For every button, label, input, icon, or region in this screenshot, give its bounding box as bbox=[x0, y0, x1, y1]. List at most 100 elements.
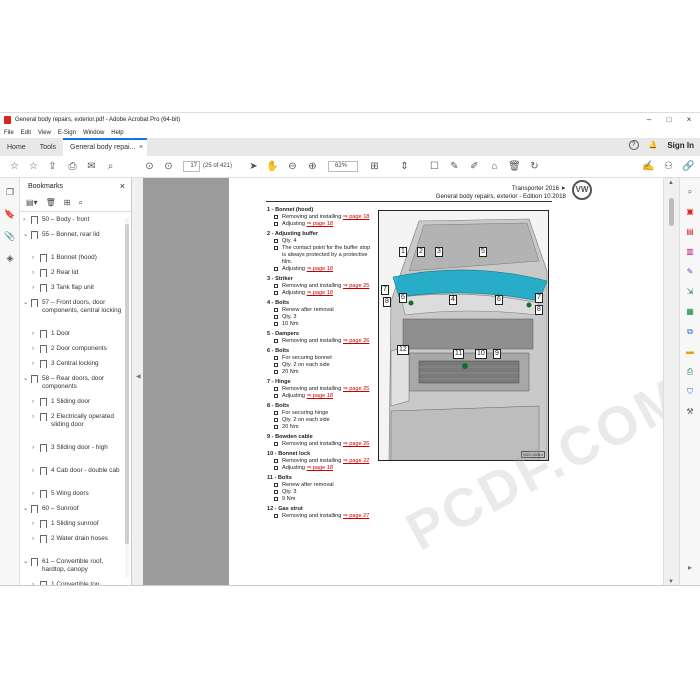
bookmark-item[interactable]: › 2 Rear lid bbox=[32, 269, 124, 277]
tab-tools[interactable]: Tools bbox=[33, 139, 63, 156]
attachments-icon[interactable]: 📎 bbox=[4, 230, 16, 242]
chevron-down-icon[interactable]: ⌄ bbox=[23, 505, 31, 513]
chevron-right-icon[interactable]: › bbox=[32, 490, 40, 498]
page-thumbnails-icon[interactable]: ❐ bbox=[4, 186, 16, 198]
scroll-thumb[interactable] bbox=[669, 198, 674, 226]
help-icon[interactable]: ? bbox=[628, 140, 639, 150]
page-reference-link[interactable]: ⇒ page 18 bbox=[307, 266, 333, 272]
bookmark-item[interactable]: › 2 Electrically operated sliding door bbox=[32, 413, 124, 429]
page-reference-link[interactable]: ⇒ page 18 bbox=[307, 221, 333, 227]
page-reference-link[interactable]: ⇒ page 25 bbox=[343, 386, 369, 392]
bookmark-item[interactable]: › 1 Convertible top bbox=[32, 581, 124, 585]
page-number-input[interactable]: 17 bbox=[183, 161, 200, 172]
bookmark-item[interactable]: › 5 Wing doors bbox=[32, 490, 124, 498]
chevron-right-icon[interactable]: › bbox=[32, 360, 40, 368]
fill-sign-icon[interactable]: ✍ bbox=[642, 160, 655, 173]
bookmark-item[interactable]: › 1 Door bbox=[32, 330, 124, 338]
chevron-down-icon[interactable]: ⌄ bbox=[23, 231, 31, 239]
chevron-right-icon[interactable]: › bbox=[32, 254, 40, 262]
share-link-icon[interactable]: 🔗 bbox=[682, 160, 695, 173]
previous-page-icon[interactable]: ⊙ bbox=[143, 160, 156, 173]
bookmark-item[interactable]: › 3 Central locking bbox=[32, 360, 124, 368]
print-icon[interactable]: ⎙ bbox=[66, 160, 79, 173]
bookmark-item[interactable]: ⌄ 60 – Sunroof bbox=[23, 505, 124, 513]
notifications-icon[interactable]: 🔔 bbox=[649, 141, 658, 149]
find-bookmark-icon[interactable]: ⌕ bbox=[78, 198, 82, 208]
chevron-right-icon[interactable]: › bbox=[23, 216, 31, 224]
export-pdf-icon[interactable]: ⇲ bbox=[684, 286, 696, 298]
chevron-right-icon[interactable]: › bbox=[32, 398, 40, 406]
scroll-mode-icon[interactable]: ⇕ bbox=[398, 160, 411, 173]
bookmark-item[interactable]: › 50 – Body - front bbox=[23, 216, 124, 224]
combine-files-icon[interactable]: ▤ bbox=[684, 226, 696, 238]
page-reference-link[interactable]: ⇒ page 26 bbox=[343, 338, 369, 344]
bookmark-item[interactable]: › 3 Tank flap unit bbox=[32, 284, 124, 292]
chevron-right-icon[interactable]: › bbox=[32, 581, 40, 585]
search-icon[interactable]: ⌕ bbox=[104, 160, 117, 173]
chevron-right-icon[interactable]: › bbox=[32, 520, 40, 528]
layers-icon[interactable]: ◈ bbox=[4, 252, 16, 264]
bookmark-item[interactable]: › 4 Cab door - double cab bbox=[32, 467, 124, 475]
chevron-right-icon[interactable]: › bbox=[32, 467, 40, 475]
page-reference-link[interactable]: ⇒ page 26 bbox=[343, 441, 369, 447]
draw-icon[interactable]: ✐ bbox=[468, 160, 481, 173]
more-tools-icon[interactable]: ⚒ bbox=[684, 406, 696, 418]
edit-pdf-icon[interactable]: ✎ bbox=[684, 266, 696, 278]
collapse-panel-icon[interactable]: ◀ bbox=[136, 373, 141, 380]
email-icon[interactable]: ✉ bbox=[85, 160, 98, 173]
page-reference-link[interactable]: ⇒ page 18 bbox=[307, 290, 333, 296]
zoom-out-icon[interactable]: ⊖ bbox=[286, 160, 299, 173]
rotate-icon[interactable]: ↻ bbox=[528, 160, 541, 173]
minimize-icon[interactable]: – bbox=[640, 113, 658, 127]
page-display-icon[interactable]: ⊞ bbox=[368, 160, 381, 173]
select-cursor-icon[interactable]: ➤ bbox=[247, 160, 260, 173]
bookmark-item[interactable]: › 1 Bonnet (hood) bbox=[32, 254, 124, 262]
chevron-right-icon[interactable]: › bbox=[32, 284, 40, 292]
scroll-down-icon[interactable]: ▼ bbox=[668, 579, 674, 585]
sign-in-button[interactable]: Sign In bbox=[667, 141, 694, 150]
share-icon[interactable]: ⚇ bbox=[662, 160, 675, 173]
menu-window[interactable]: Window bbox=[83, 130, 104, 136]
chevron-right-icon[interactable]: › bbox=[32, 413, 40, 429]
chevron-down-icon[interactable]: ⌄ bbox=[23, 375, 31, 391]
comment-tool-icon[interactable]: ▬ bbox=[684, 346, 696, 358]
page-reference-link[interactable]: ⇒ page 25 bbox=[343, 283, 369, 289]
chevron-right-icon[interactable]: › bbox=[32, 269, 40, 277]
chevron-down-icon[interactable]: ⌄ bbox=[23, 558, 31, 574]
comment-icon[interactable]: ☐ bbox=[428, 160, 441, 173]
protect-icon[interactable]: ⛉ bbox=[684, 386, 696, 398]
upload-icon[interactable]: ⇪ bbox=[46, 160, 59, 173]
chevron-right-icon[interactable]: › bbox=[32, 444, 40, 452]
next-page-icon[interactable]: ⊙ bbox=[162, 160, 175, 173]
close-panel-icon[interactable]: × bbox=[120, 181, 125, 191]
tab-document[interactable]: General body repai... × bbox=[63, 138, 148, 156]
new-bookmark-icon[interactable]: ⊞ bbox=[64, 198, 71, 207]
zoom-level-select[interactable]: 62% bbox=[328, 161, 358, 172]
bookmark-item[interactable]: › 2 Door components bbox=[32, 345, 124, 353]
chevron-right-icon[interactable]: › bbox=[32, 345, 40, 353]
stamp-icon[interactable]: ⌂ bbox=[488, 160, 501, 173]
highlight-pen-icon[interactable]: ✎ bbox=[448, 160, 461, 173]
page-reference-link[interactable]: ⇒ page 18 bbox=[307, 465, 333, 471]
scan-ocr-icon[interactable]: ▦ bbox=[684, 306, 696, 318]
page-reference-link[interactable]: ⇒ page 22 bbox=[343, 458, 369, 464]
chevron-down-icon[interactable]: ⌄ bbox=[23, 299, 31, 315]
bookmarks-scrollbar[interactable] bbox=[125, 218, 129, 578]
page-reference-link[interactable]: ⇒ page 18 bbox=[343, 214, 369, 220]
save-icon[interactable]: ☆ bbox=[8, 160, 21, 173]
chevron-right-icon[interactable]: › bbox=[32, 330, 40, 338]
menu-view[interactable]: View bbox=[38, 130, 51, 136]
document-scrollbar[interactable]: ▲ ▼ bbox=[663, 178, 679, 585]
bookmarks-panel-icon[interactable]: 🔖 bbox=[4, 208, 16, 220]
menu-esign[interactable]: E-Sign bbox=[58, 130, 76, 136]
zoom-in-icon[interactable]: ⊕ bbox=[306, 160, 319, 173]
bookmark-item[interactable]: › 2 Water drain hoses bbox=[32, 535, 124, 543]
print-production-icon[interactable]: ⎙ bbox=[684, 366, 696, 378]
page-reference-link[interactable]: ⇒ page 18 bbox=[307, 393, 333, 399]
delete-bookmark-icon[interactable]: 🗑 bbox=[46, 198, 56, 207]
scroll-up-icon[interactable]: ▲ bbox=[668, 180, 674, 186]
maximize-icon[interactable]: □ bbox=[660, 113, 678, 127]
bookmark-item[interactable]: ⌄ 57 – Front doors, door components, cent… bbox=[23, 299, 124, 315]
bookmark-item[interactable]: ⌄ 61 – Convertible roof, hardtop, canopy bbox=[23, 558, 124, 574]
search-tools-icon[interactable]: ⌕ bbox=[684, 186, 696, 198]
